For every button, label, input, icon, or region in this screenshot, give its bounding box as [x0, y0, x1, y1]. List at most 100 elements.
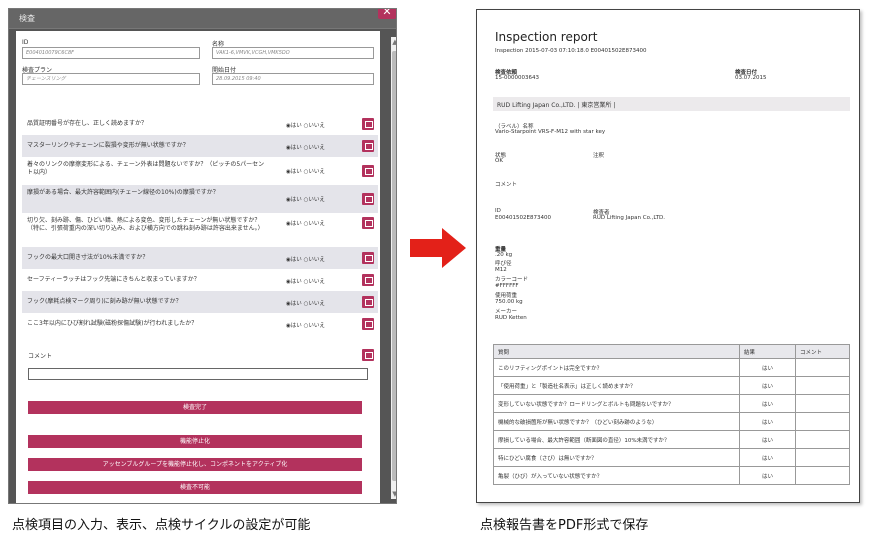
inspection-dialog: 検査 ✕ ID E004010079C6C8F 名称 VAK1-6,VMVK,V… — [8, 8, 397, 504]
report-subtitle: Inspection 2015-07-03 07:10:18.0 E004015… — [495, 48, 647, 54]
comment-input[interactable] — [28, 368, 368, 380]
edit-icon[interactable] — [362, 217, 374, 229]
order-value: 15-0000003643 — [495, 75, 539, 81]
question-text: 摩損がある場合、最大許容範囲内(チェーン線径の10%)の摩損ですか？ — [27, 189, 219, 196]
edit-icon[interactable] — [362, 140, 374, 152]
answer-radio-group[interactable]: ◉はい ○いいえ — [286, 255, 325, 263]
nominal-value: M12 — [495, 267, 507, 273]
label-name-value: Vario-Starpoint VRS-F-M12 with star key — [495, 129, 606, 135]
table-row: 特にひどい腐食（さび）は無いですか？ はい — [493, 448, 850, 467]
id-label: ID — [495, 208, 501, 214]
header-question: 質問 — [493, 344, 740, 359]
id-field[interactable]: E004010079C6C8F — [22, 47, 200, 59]
note-label: 注釈 — [593, 153, 605, 159]
maker-label: メーカー — [495, 309, 518, 315]
color-value: #FFFFFF — [495, 283, 519, 289]
header-result: 結果 — [739, 344, 796, 359]
comment-cell — [795, 358, 850, 377]
nominal-label: 呼び径 — [495, 261, 512, 267]
weight-value: .20 kg — [495, 252, 513, 258]
table-row: 機械的な破損箇所が無い状態ですか？（ひどい刻み跡のような） はい — [493, 412, 850, 431]
arrow-right-icon — [410, 228, 466, 268]
comment-label: コメント — [28, 353, 53, 360]
chevron-down-icon[interactable]: ▼ — [391, 489, 396, 499]
result-cell: はい — [739, 376, 796, 395]
comment-cell — [795, 466, 850, 485]
edit-icon[interactable] — [362, 296, 374, 308]
answer-radio-group[interactable]: ◉はい ○いいえ — [286, 143, 325, 151]
table-row: 摩損している場合、最大許容範囲（断面図の直径）10%未満ですか？ はい — [493, 430, 850, 449]
result-cell: はい — [739, 430, 796, 449]
question-cell: このリフティングポイントは完全ですか？ — [493, 358, 740, 377]
answer-radio-group[interactable]: ◉はい ○いいえ — [286, 321, 325, 329]
answer-radio-group[interactable]: ◉はい ○いいえ — [286, 121, 325, 129]
table-row: 変形していない状態ですか？ロードリングとボルトも問題ないですか？ はい — [493, 394, 850, 413]
question-text: 着々のリンクの摩擦変形による、チェーン外表は問題ないですか？（ピッチの5パーセン… — [27, 161, 265, 176]
result-cell: はい — [739, 412, 796, 431]
answer-radio-group[interactable]: ◉はい ○いいえ — [286, 167, 325, 175]
result-cell: はい — [739, 394, 796, 413]
question-row: 着々のリンクの摩擦変形による、チェーン外表は問題ないですか？（ピッチの5パーセン… — [22, 157, 378, 185]
answer-radio-group[interactable]: ◉はい ○いいえ — [286, 277, 325, 285]
result-cell: はい — [739, 358, 796, 377]
deactivate-button[interactable]: 機能停止化 — [28, 435, 362, 448]
question-row: セーフティーラッチはフック先端にきちんと収まっていますか？ ◉はい ○いいえ — [22, 269, 378, 291]
company-name: RUD Lifting Japan Co.,LTD. | 東京営業所 | — [497, 102, 616, 109]
edit-icon[interactable] — [362, 193, 374, 205]
inspection-report: Inspection report Inspection 2015-07-03 … — [476, 9, 860, 503]
header-comment: コメント — [795, 344, 850, 359]
answer-radio-group[interactable]: ◉はい ○いいえ — [286, 299, 325, 307]
date-value: 03.07.2015 — [735, 75, 767, 81]
question-cell: 機械的な破損箇所が無い状態ですか？（ひどい刻み跡のような） — [493, 412, 740, 431]
id-label: ID — [22, 39, 29, 46]
load-label: 使用荷重 — [495, 293, 518, 299]
edit-icon[interactable] — [362, 274, 374, 286]
result-cell: はい — [739, 448, 796, 467]
color-label: カラーコード — [495, 277, 529, 283]
dialog-body: ID E004010079C6C8F 名称 VAK1-6,VMVK,VCGH,V… — [16, 31, 380, 503]
question-row: フックの最大口開き寸法が10%未満ですか？ ◉はい ○いいえ — [22, 247, 378, 269]
status-value: OK — [495, 158, 503, 164]
company-bar: RUD Lifting Japan Co.,LTD. | 東京営業所 | — [493, 97, 850, 111]
report-title: Inspection report — [495, 30, 598, 44]
maker-value: RUD Ketten — [495, 315, 527, 321]
question-text: セーフティーラッチはフック先端にきちんと収まっていますか？ — [27, 276, 200, 283]
question-text: フックの最大口開き寸法が10%未満ですか？ — [27, 254, 149, 261]
screenshot-composite: 検査 ✕ ID E004010079C6C8F 名称 VAK1-6,VMVK,V… — [0, 0, 877, 540]
comment-cell — [795, 376, 850, 395]
comment-cell — [795, 448, 850, 467]
answer-radio-group[interactable]: ◉はい ○いいえ — [286, 219, 325, 227]
scroll-thumb[interactable] — [392, 51, 396, 481]
comment-label: コメント — [495, 182, 518, 188]
edit-icon[interactable] — [362, 118, 374, 130]
results-table: 質問 結果 コメント このリフティングポイントは完全ですか？ はい 「使用荷重」… — [493, 344, 850, 485]
question-cell: 「使用荷重」と「製造社名表示」は正しく読めますか？ — [493, 376, 740, 395]
table-row: このリフティングポイントは完全ですか？ はい — [493, 358, 850, 377]
edit-icon[interactable] — [362, 252, 374, 264]
edit-icon[interactable] — [362, 165, 374, 177]
inspection-impossible-button[interactable]: 検査不可能 — [28, 481, 362, 494]
edit-icon[interactable] — [362, 349, 374, 361]
question-cell: 亀裂（ひび）が入っていない状態ですか？ — [493, 466, 740, 485]
table-row: 「使用荷重」と「製造社名表示」は正しく読めますか？ はい — [493, 376, 850, 395]
deactivate-group-button[interactable]: アッセンブルグループを機能停止化し、コンポネントをアクティブ化 — [28, 458, 362, 471]
plan-field[interactable]: チェーンスリング — [22, 73, 200, 85]
comment-cell — [795, 394, 850, 413]
answer-radio-group[interactable]: ◉はい ○いいえ — [286, 195, 325, 203]
inspector-value: RUD Lifting Japan Co.,LTD. — [593, 215, 666, 221]
question-cell: 特にひどい腐食（さび）は無いですか？ — [493, 448, 740, 467]
dialog-titlebar: 検査 — [9, 9, 396, 29]
question-cell: 変形していない状態ですか？ロードリングとボルトも問題ないですか？ — [493, 394, 740, 413]
question-row: マスターリンクやチェーンに裂損や変形が無い状態ですか？ ◉はい ○いいえ — [22, 135, 378, 157]
date-field[interactable]: 28.09.2015 09:40 — [212, 73, 374, 85]
chevron-up-icon[interactable]: ▲ — [391, 37, 396, 47]
question-row: フック(摩耗点検マーク周り)に刻み跡が無い状態ですか？ ◉はい ○いいえ — [22, 291, 378, 313]
edit-icon[interactable] — [362, 318, 374, 330]
close-icon[interactable]: ✕ — [378, 9, 396, 19]
question-cell: 摩損している場合、最大許容範囲（断面図の直径）10%未満ですか？ — [493, 430, 740, 449]
comment-cell — [795, 412, 850, 431]
scrollbar[interactable]: ▲ ▼ — [391, 37, 396, 499]
question-text: 切り欠、刻み跡、傷、ひどい錆、熱による変色、変形したチェーンが無い状態ですか？（… — [27, 217, 264, 232]
name-field[interactable]: VAK1-6,VMVK,VCGH,VMK5DO — [212, 47, 374, 59]
complete-inspection-button[interactable]: 検査完了 — [28, 401, 362, 414]
